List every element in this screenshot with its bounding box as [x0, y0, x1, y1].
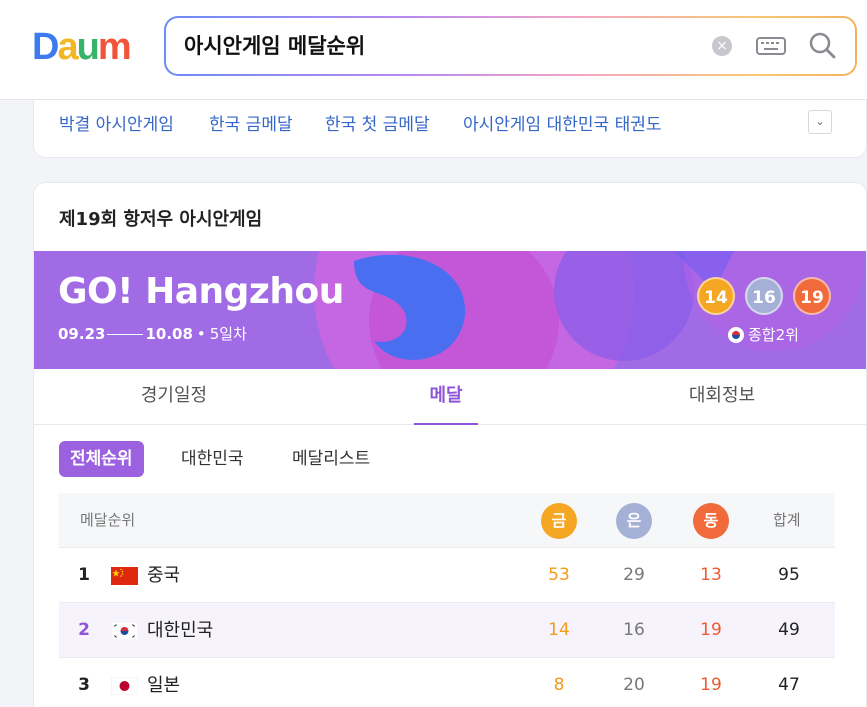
row-rank: 3	[78, 675, 90, 695]
table-row[interactable]: 3 일본 8 20 19 47	[59, 658, 835, 707]
tab-schedule[interactable]: 경기일정	[104, 369, 244, 425]
row-bronze: 13	[700, 565, 722, 585]
chevron-down-icon[interactable]: ⌄	[808, 110, 832, 134]
overall-rank: 종합2위	[728, 324, 799, 345]
korea-flag-icon	[728, 327, 744, 343]
row-total: 49	[778, 620, 800, 640]
header: Daum 아시안게임 메달순위 ×	[0, 0, 867, 100]
china-flag-icon	[111, 567, 138, 585]
svg-text:Daum: Daum	[32, 26, 130, 66]
japan-flag-icon	[111, 677, 138, 695]
tab-info[interactable]: 대회정보	[652, 369, 792, 425]
search-box: 아시안게임 메달순위 ×	[164, 16, 857, 76]
start-date: 09.23	[58, 325, 106, 343]
search-inner: 아시안게임 메달순위 ×	[166, 18, 855, 74]
row-country: 중국	[147, 565, 181, 586]
related-searches: 박결 아시안게임 한국 금메달 한국 첫 금메달 아시안게임 대한민국 태권도 …	[33, 100, 867, 158]
row-gold: 14	[548, 620, 570, 640]
related-search-link[interactable]: 아시안게임 대한민국 태권도	[463, 110, 662, 135]
magnifier-icon[interactable]	[807, 30, 837, 60]
row-gold: 8	[553, 675, 565, 695]
table-header: 메달순위 금 은 동 합계	[59, 493, 835, 548]
asian-games-card: 제19회 항저우 아시안게임 GO! Hangzhou 09.23 10.08 • 5…	[33, 182, 867, 707]
table-row[interactable]: 1 중국 53 29 13 95	[59, 548, 835, 603]
row-country: 일본	[147, 675, 181, 696]
column-rank-label: 메달순위	[80, 511, 136, 529]
row-rank: 1	[78, 565, 90, 585]
end-date: 10.08	[145, 325, 193, 343]
row-total: 95	[778, 565, 800, 585]
row-silver: 16	[623, 620, 645, 640]
column-silver: 은	[616, 503, 652, 539]
row-silver: 29	[623, 565, 645, 585]
row-rank: 2	[78, 620, 90, 640]
banner-title: GO! Hangzhou	[58, 271, 344, 312]
hangzhou-banner: GO! Hangzhou 09.23 10.08 • 5일차 14 16 19 종합2…	[34, 251, 866, 369]
search-input[interactable]: 아시안게임 메달순위	[184, 18, 365, 74]
daum-logo[interactable]: Daum	[32, 26, 140, 66]
row-silver: 20	[623, 675, 645, 695]
related-search-link[interactable]: 박결 아시안게임	[59, 110, 174, 135]
card-tabs: 경기일정 메달 대회정보	[34, 369, 866, 425]
bronze-count-badge: 19	[793, 277, 831, 315]
card-title: 제19회 항저우 아시안게임	[59, 209, 263, 230]
related-search-link[interactable]: 한국 금메달	[209, 110, 293, 135]
row-bronze: 19	[700, 620, 722, 640]
row-country: 대한민국	[147, 620, 214, 641]
tab-medal[interactable]: 메달	[414, 369, 478, 425]
gold-count-badge: 14	[697, 277, 735, 315]
close-circle-icon[interactable]: ×	[712, 36, 732, 56]
related-search-link[interactable]: 한국 첫 금메달	[325, 110, 430, 135]
column-gold: 금	[541, 503, 577, 539]
keyboard-icon[interactable]	[756, 35, 786, 57]
subtab-medalists[interactable]: 메달리스트	[292, 441, 370, 477]
subtab-korea[interactable]: 대한민국	[181, 441, 244, 477]
banner-dates: 09.23 10.08 • 5일차	[58, 325, 247, 343]
row-gold: 53	[548, 565, 570, 585]
korea-flag-icon	[111, 622, 138, 640]
silver-count-badge: 16	[745, 277, 783, 315]
table-row[interactable]: 2 대한민국 14 16 19 49	[59, 603, 835, 658]
column-bronze: 동	[693, 503, 729, 539]
subtab-overall[interactable]: 전체순위	[59, 441, 144, 477]
column-total: 합계	[773, 511, 801, 529]
row-bronze: 19	[700, 675, 722, 695]
day-label: 5일차	[209, 325, 247, 343]
row-total: 47	[778, 675, 800, 695]
